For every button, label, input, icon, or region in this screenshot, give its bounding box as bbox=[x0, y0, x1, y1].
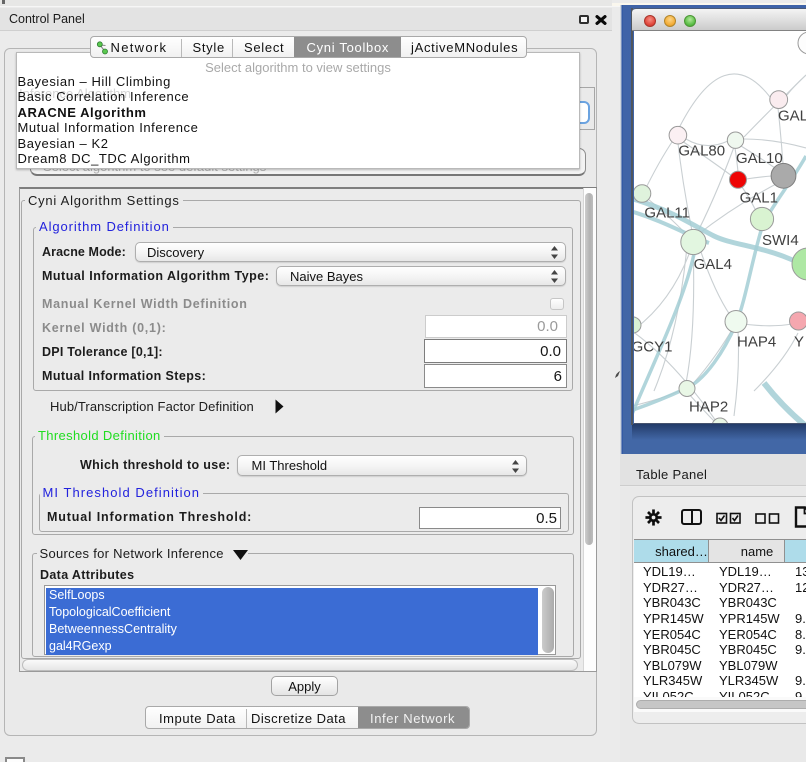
svg-text:GAL11: GAL11 bbox=[644, 205, 690, 222]
svg-text:GAL10: GAL10 bbox=[736, 150, 783, 167]
svg-text:GAL: GAL bbox=[778, 108, 806, 125]
svg-text:GCY1: GCY1 bbox=[634, 339, 672, 356]
svg-text:SWI4: SWI4 bbox=[762, 232, 799, 249]
svg-text:GAL80: GAL80 bbox=[678, 142, 725, 159]
svg-text:Y: Y bbox=[794, 334, 804, 351]
svg-text:GAL4: GAL4 bbox=[694, 256, 732, 273]
svg-text:GAL1: GAL1 bbox=[740, 190, 778, 207]
svg-text:HAP2: HAP2 bbox=[689, 399, 728, 416]
svg-text:HAP4: HAP4 bbox=[737, 334, 776, 351]
